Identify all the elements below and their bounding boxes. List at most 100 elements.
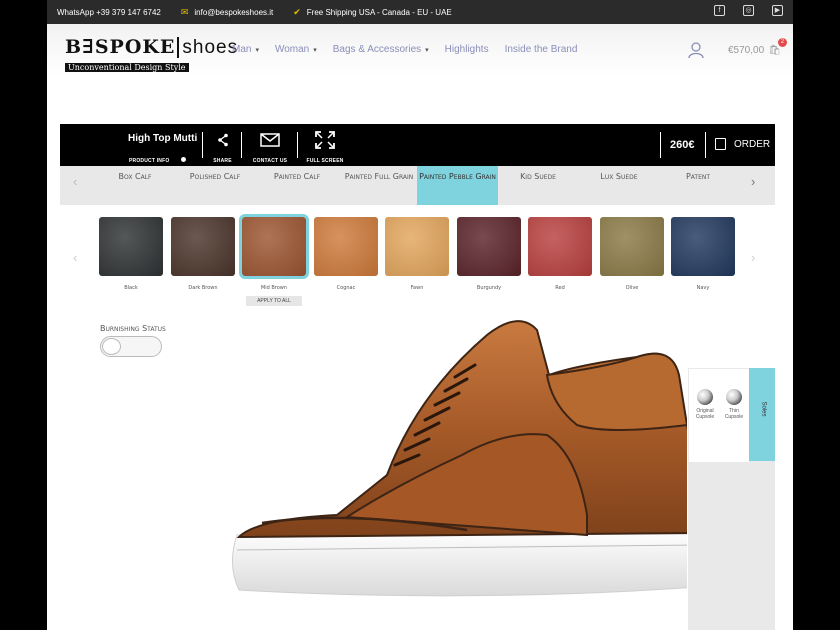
nav-label: Inside the Brand xyxy=(504,44,578,55)
sole-option-thin-cupsole[interactable]: Thin Cupsole xyxy=(720,389,748,420)
info-icon xyxy=(181,157,187,162)
divider xyxy=(202,132,203,158)
nav-item-inside-brand[interactable]: Inside the Brand xyxy=(505,44,578,55)
divider xyxy=(241,132,242,158)
tab-lux-suede[interactable]: Lux Suede xyxy=(581,166,657,205)
facebook-icon[interactable]: f xyxy=(714,5,725,16)
swatch-fawn[interactable] xyxy=(385,217,449,276)
user-icon[interactable] xyxy=(687,41,705,59)
tab-box-calf[interactable]: Box Calf xyxy=(98,166,172,205)
product-info-label: PRODUCT INFO xyxy=(129,158,170,164)
fullscreen-icon xyxy=(315,131,335,149)
logo[interactable]: B∃SPOKE shoes Unconventional Design Style xyxy=(65,36,239,75)
shopping-bag-icon xyxy=(715,138,726,150)
swatch-label: Cognac xyxy=(336,285,356,291)
logo-main: B∃SPOKE xyxy=(65,36,176,58)
toggle-knob xyxy=(102,338,121,355)
shoe-sole xyxy=(232,529,687,597)
configurator-bar: High Top Mutti PRODUCT INFO SHARE CONTAC… xyxy=(60,124,775,166)
shipping-info: ✔ Free Shipping USA - Canada - EU - UAE xyxy=(293,7,452,18)
share-icon xyxy=(217,133,228,147)
swatch-cognac[interactable] xyxy=(314,217,378,276)
sole-option-original-cupsole[interactable]: Original Cupsole xyxy=(691,389,719,420)
cart-count-badge: 2 xyxy=(777,38,787,47)
chevron-right-icon[interactable]: › xyxy=(751,250,755,265)
order-button[interactable]: ORDER xyxy=(715,138,770,150)
check-icon: ✔ xyxy=(293,6,301,17)
tab-painted-pebble-grain[interactable]: Painted Pebble Grain xyxy=(417,166,498,205)
email-text: info@bespokeshoes.it xyxy=(194,7,274,17)
page: WhatsApp +39 379 147 6742 ✉ info@bespokes… xyxy=(47,0,793,630)
swatch-label: Navy xyxy=(696,285,710,291)
cart[interactable]: €570,00 🛍 2 xyxy=(728,38,787,56)
divider xyxy=(660,132,661,158)
fullscreen-label: FULL SCREEN xyxy=(306,158,344,164)
logo-suffix: shoes xyxy=(177,37,239,58)
whatsapp-text: WhatsApp +39 379 147 6742 xyxy=(57,7,161,17)
tab-painted-calf[interactable]: Painted Calf xyxy=(259,166,335,205)
fullscreen-button[interactable]: FULL SCREEN xyxy=(302,124,348,166)
leather-tabs: ‹ Box Calf Polished Calf Painted Calf Pa… xyxy=(60,166,775,205)
envelope-icon xyxy=(260,133,280,147)
share-button[interactable]: SHARE xyxy=(205,124,240,166)
chevron-down-icon: ▾ xyxy=(255,46,259,54)
chevron-down-icon: ▾ xyxy=(425,46,429,54)
nav-label: Highlights xyxy=(444,44,489,55)
contact-us-button[interactable]: CONTACT US xyxy=(246,124,294,166)
tab-polished-calf[interactable]: Polished Calf xyxy=(177,166,253,205)
divider xyxy=(297,132,298,158)
chevron-down-icon: ▾ xyxy=(313,46,317,54)
swatch-label: Fawn xyxy=(410,285,424,291)
divider xyxy=(705,132,706,158)
soles-tab-label: Soles xyxy=(760,401,767,417)
tab-patent[interactable]: Patent xyxy=(660,166,736,205)
site-header: B∃SPOKE shoes Unconventional Design Style… xyxy=(47,24,793,76)
nav-item-highlights[interactable]: Highlights xyxy=(445,44,489,55)
swatch-red[interactable] xyxy=(528,217,592,276)
nav-item-bags[interactable]: Bags & Accessories ▾ xyxy=(333,44,429,55)
sole-thumbnail xyxy=(726,389,742,405)
instagram-icon[interactable]: ◎ xyxy=(743,5,754,16)
nav-item-woman[interactable]: Woman ▾ xyxy=(275,44,317,55)
swatch-label: Mid Brown xyxy=(260,285,288,291)
whatsapp-contact[interactable]: WhatsApp +39 379 147 6742 xyxy=(57,8,161,17)
sole-label: Original Cupsole xyxy=(695,408,715,420)
tab-kid-suede[interactable]: Kid Suede xyxy=(500,166,576,205)
nav-label: Woman xyxy=(274,44,310,55)
mail-icon: ✉ xyxy=(180,6,189,17)
shoe-preview[interactable] xyxy=(167,305,687,610)
contact-label: CONTACT US xyxy=(252,158,288,164)
tab-painted-full-grain[interactable]: Painted Full Grain xyxy=(338,166,420,205)
swatch-dark-brown[interactable] xyxy=(171,217,235,276)
bag-icon: 🛍 xyxy=(768,45,781,56)
shipping-text: Free Shipping USA - Canada - EU - UAE xyxy=(306,7,452,17)
swatch-label: Black xyxy=(124,285,138,291)
burnishing-toggle[interactable] xyxy=(100,336,162,357)
swatch-black[interactable] xyxy=(99,217,163,276)
chevron-left-icon[interactable]: ‹ xyxy=(73,174,77,189)
left-margin xyxy=(0,0,47,630)
swatch-olive[interactable] xyxy=(600,217,664,276)
color-swatches: ‹ › Black Dark Brown Mid Brown Cognac Fawn Bu… xyxy=(47,214,793,310)
cart-total: €570,00 xyxy=(728,45,765,56)
tab-soles[interactable]: Soles xyxy=(749,368,775,461)
order-label: ORDER xyxy=(734,138,771,150)
swatch-label: Red xyxy=(555,285,565,291)
swatch-burgundy[interactable] xyxy=(457,217,521,276)
main-nav: Man ▾ Woman ▾ Bags & Accessories ▾ Highligh… xyxy=(232,44,593,55)
nav-item-man[interactable]: Man ▾ xyxy=(232,44,259,55)
sole-thumbnail xyxy=(697,389,713,405)
soles-panel: Original Cupsole Thin Cupsole Soles xyxy=(688,368,775,630)
youtube-icon[interactable]: ▶ xyxy=(772,5,783,16)
swatch-label: Olive xyxy=(625,285,639,291)
share-label: SHARE xyxy=(213,158,232,164)
nav-label: Man xyxy=(232,44,252,55)
swatch-mid-brown[interactable] xyxy=(239,214,309,279)
email-contact[interactable]: ✉ info@bespokeshoes.it xyxy=(181,7,273,18)
product-info-button[interactable]: PRODUCT INFO xyxy=(126,124,192,166)
swatch-navy[interactable] xyxy=(671,217,735,276)
chevron-right-icon[interactable]: › xyxy=(751,174,755,189)
chevron-left-icon[interactable]: ‹ xyxy=(73,250,77,265)
burnishing-label: Burnishing Status xyxy=(100,324,166,333)
right-margin xyxy=(793,0,840,630)
